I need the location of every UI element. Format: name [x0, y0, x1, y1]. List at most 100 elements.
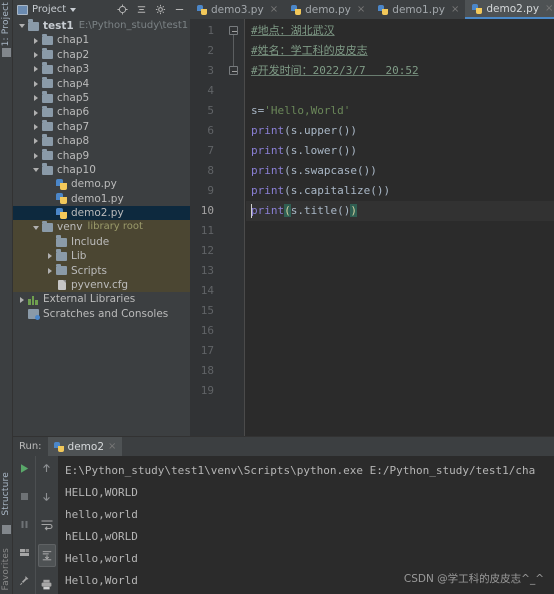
folder-icon: [41, 47, 54, 60]
scroll-down-icon[interactable]: [40, 488, 53, 507]
tree-item-scripts[interactable]: Scripts: [13, 263, 190, 279]
tree-expand-arrow[interactable]: [30, 37, 41, 44]
tree-item-chap8[interactable]: chap8: [13, 134, 190, 148]
code-call-args: (s.lower()): [284, 144, 357, 157]
code-line-2[interactable]: #姓名：学工科的皮皮志: [251, 41, 368, 61]
tree-item-scratches-and-consoles[interactable]: Scratches and Consoles: [13, 307, 190, 321]
close-icon[interactable]: ×: [545, 3, 553, 14]
tree-item-label: Lib: [71, 250, 87, 263]
tree-expand-arrow[interactable]: [30, 168, 41, 173]
folder-icon: [41, 105, 54, 118]
project-tree[interactable]: test1 E:\Python_study\test1 chap1 chap2 chap…: [13, 19, 190, 436]
tool-button-project[interactable]: 1: Project: [1, 2, 11, 46]
tree-expand-arrow[interactable]: [30, 66, 41, 73]
matching-bracket-close: ): [350, 204, 357, 217]
code-line-9[interactable]: print(s.capitalize()): [251, 181, 390, 201]
chevron-down-icon[interactable]: [70, 7, 77, 12]
tree-expand-arrow[interactable]: [44, 253, 55, 260]
line-number: 14: [200, 284, 214, 297]
locate-icon[interactable]: [117, 4, 128, 15]
code-line-5[interactable]: s='Hello,World': [251, 101, 350, 121]
python-file-icon: [291, 4, 302, 15]
line-number: 13: [200, 264, 214, 277]
collapse-all-icon[interactable]: [136, 4, 147, 15]
code-line-10[interactable]: print(s.title()): [251, 201, 357, 221]
tree-expand-arrow[interactable]: [30, 95, 41, 102]
close-icon[interactable]: ×: [108, 441, 116, 452]
code-line-8[interactable]: print(s.swapcase()): [251, 161, 377, 181]
editor-tab-demo3-py[interactable]: demo3.py ×: [190, 0, 284, 19]
tree-item-test1[interactable]: test1 E:\Python_study\test1: [13, 19, 190, 33]
tree-item-chap5[interactable]: chap5: [13, 91, 190, 105]
tree-expand-arrow[interactable]: [44, 267, 55, 274]
code-editor[interactable]: 1 2 3 4 5 6 7 8 9 10 11 12 13 14 15 16 17 18 19 #地点：湖北武汉 #姓…: [190, 19, 554, 436]
scroll-to-end-icon[interactable]: [37, 544, 56, 567]
tree-expand-arrow[interactable]: [30, 123, 41, 130]
close-icon[interactable]: ×: [270, 4, 278, 15]
tree-item-label: venv: [57, 221, 83, 234]
code-line-1[interactable]: #地点：湖北武汉: [251, 21, 335, 41]
tree-item-external-libraries[interactable]: External Libraries: [13, 292, 190, 306]
tree-expand-arrow[interactable]: [16, 296, 27, 303]
tree-item-demo1-py[interactable]: demo1.py: [13, 192, 190, 206]
tree-item-lib[interactable]: Lib: [13, 249, 190, 264]
fold-toggle-icon[interactable]: [229, 66, 238, 75]
tree-item-label: Scripts: [71, 264, 107, 277]
folder-icon: [27, 19, 40, 31]
restore-layout-icon[interactable]: [18, 544, 31, 563]
tool-button-structure[interactable]: Structure: [1, 472, 11, 516]
tree-item-chap10[interactable]: chap10: [13, 163, 190, 177]
tree-expand-arrow[interactable]: [16, 24, 27, 29]
tool-button-favorites[interactable]: Favorites: [1, 548, 11, 590]
editor-gutter[interactable]: 1 2 3 4 5 6 7 8 9 10 11 12 13 14 15 16 17 18 19: [190, 19, 245, 436]
tree-item-chap3[interactable]: chap3: [13, 62, 190, 76]
editor-tab-bar[interactable]: demo3.py × demo.py × demo1.py × demo2.py ×: [190, 0, 554, 19]
tree-expand-arrow[interactable]: [30, 225, 41, 230]
scroll-up-icon[interactable]: [40, 460, 53, 479]
line-number: 2: [207, 44, 214, 57]
pause-icon[interactable]: [18, 516, 31, 535]
run-tab-label: demo2: [67, 440, 105, 453]
soft-wrap-icon[interactable]: [40, 516, 54, 535]
print-icon[interactable]: [40, 576, 53, 594]
tree-expand-arrow[interactable]: [30, 51, 41, 58]
tree-expand-arrow[interactable]: [30, 138, 41, 145]
tree-item-demo-py[interactable]: demo.py: [13, 177, 190, 191]
editor-tab-demo1-py[interactable]: demo1.py ×: [371, 0, 465, 19]
tree-item-venv[interactable]: venv library root: [13, 220, 190, 235]
left-tool-strip: 1: Project Structure Favorites: [0, 0, 13, 594]
line-number: 8: [207, 164, 214, 177]
close-icon[interactable]: ×: [451, 4, 459, 15]
run-icon[interactable]: [18, 460, 31, 479]
editor-tab-demo-py[interactable]: demo.py ×: [284, 0, 371, 19]
editor-code-area[interactable]: #地点：湖北武汉 #姓名：学工科的皮皮志 #开发时间：2022/3/7 20:52 s…: [246, 19, 554, 436]
code-line-3[interactable]: #开发时间：2022/3/7 20:52: [251, 61, 419, 81]
tree-expand-arrow[interactable]: [30, 109, 41, 116]
tree-item-include[interactable]: Include: [13, 234, 190, 250]
folder-icon: [41, 220, 54, 233]
tree-expand-arrow[interactable]: [30, 80, 41, 87]
tree-item-demo2-py[interactable]: demo2.py: [13, 206, 190, 221]
code-comment: #开发时间：2022/3/7 20:52: [251, 64, 419, 77]
code-line-6[interactable]: print(s.upper()): [251, 121, 357, 141]
settings-gear-icon[interactable]: [155, 4, 166, 15]
run-toolbar-col-right: [35, 456, 57, 594]
tree-item-chap7[interactable]: chap7: [13, 119, 190, 134]
tree-item-pyvenv-cfg[interactable]: pyvenv.cfg: [13, 278, 190, 293]
tree-expand-arrow[interactable]: [30, 152, 41, 159]
minimize-icon[interactable]: [174, 4, 185, 15]
line-number: 4: [207, 84, 214, 97]
tree-item-chap1[interactable]: chap1: [13, 33, 190, 47]
run-tab-demo2[interactable]: demo2 ×: [47, 437, 123, 456]
close-icon[interactable]: ×: [357, 4, 365, 15]
tree-item-chap2[interactable]: chap2: [13, 47, 190, 62]
editor-tab-demo2-py[interactable]: demo2.py ×: [465, 0, 554, 19]
line-number: 17: [200, 344, 214, 357]
stop-icon[interactable]: [18, 488, 31, 507]
pin-icon[interactable]: [18, 572, 31, 591]
tree-item-chap4[interactable]: chap4: [13, 76, 190, 91]
code-line-7[interactable]: print(s.lower()): [251, 141, 357, 161]
tree-item-chap9[interactable]: chap9: [13, 148, 190, 163]
fold-toggle-icon[interactable]: [229, 26, 238, 35]
tree-item-chap6[interactable]: chap6: [13, 105, 190, 119]
